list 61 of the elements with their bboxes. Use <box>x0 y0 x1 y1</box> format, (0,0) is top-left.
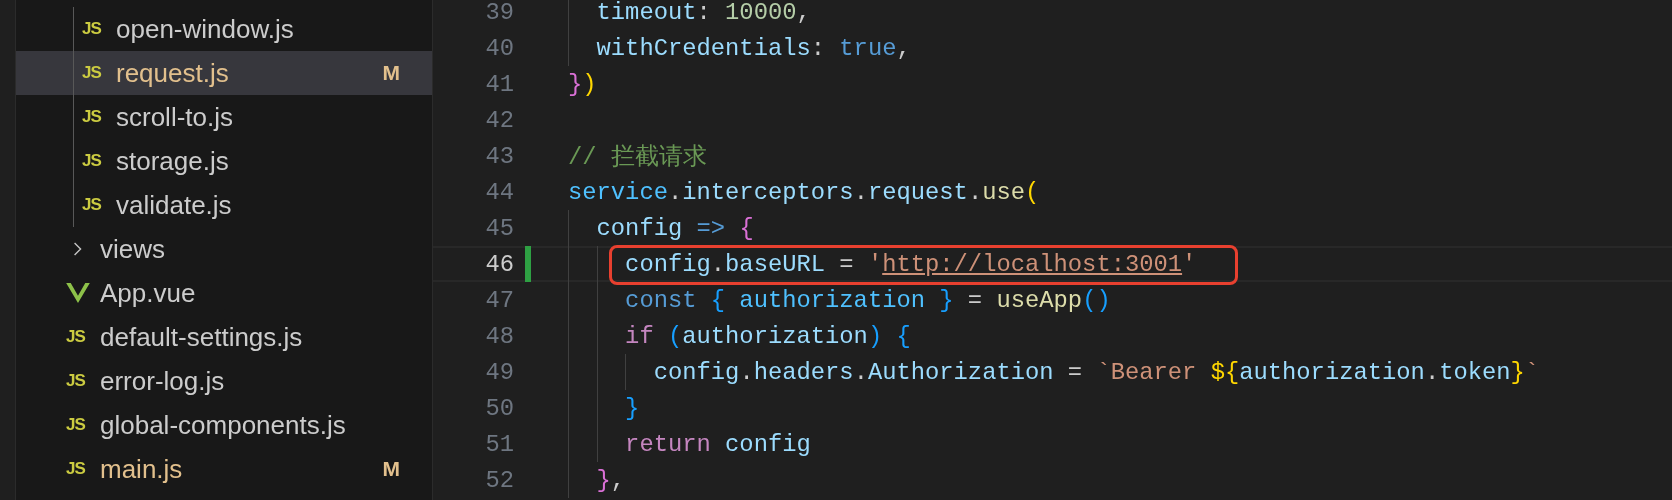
js-icon: JS <box>66 415 92 435</box>
line-number: 46 <box>484 250 514 278</box>
line-number: 48 <box>484 322 514 350</box>
js-icon: JS <box>66 327 92 347</box>
modified-status-label: M <box>382 457 400 481</box>
js-icon: JS <box>82 151 108 171</box>
code-line: } <box>624 394 640 422</box>
line-number: 49 <box>484 358 514 386</box>
file-name: validate.js <box>116 189 233 221</box>
modified-status-label: M <box>382 61 400 85</box>
file-name: App.vue <box>100 277 197 309</box>
js-icon: JS <box>82 63 108 83</box>
code-line: if (authorization) { <box>624 322 911 350</box>
line-number: 52 <box>484 466 514 494</box>
code-line: }, <box>595 466 626 494</box>
line-number: 43 <box>484 142 514 170</box>
line-number: 42 <box>484 106 514 134</box>
folder-item[interactable]: views <box>16 227 432 271</box>
line-number: 45 <box>484 214 514 242</box>
line-number: 50 <box>484 394 514 422</box>
code-line: return config <box>624 430 811 458</box>
file-name: global-components.js <box>100 409 347 441</box>
code-line: withCredentials: true, <box>595 34 911 62</box>
line-number: 41 <box>484 70 514 98</box>
code-line: config => { <box>595 214 754 242</box>
js-icon: JS <box>82 107 108 127</box>
code-line: // 拦截请求 <box>568 144 707 171</box>
code-line: }) <box>568 70 597 98</box>
file-item[interactable]: JS storage.js <box>16 139 432 183</box>
file-name: scroll-to.js <box>116 101 234 133</box>
line-number: 39 <box>484 0 514 26</box>
code-line: timeout: 10000, <box>595 0 811 26</box>
line-number: 40 <box>484 34 514 62</box>
code-line: config.headers.Authorization = `Bearer ${authorization.token}` <box>652 358 1540 386</box>
js-icon: JS <box>66 459 92 479</box>
js-icon: JS <box>66 371 92 391</box>
file-name: views <box>100 233 166 265</box>
file-item[interactable]: App.vue <box>16 271 432 315</box>
line-number: 47 <box>484 286 514 314</box>
vue-icon <box>66 283 90 303</box>
file-name: request.js <box>116 57 230 89</box>
js-icon: JS <box>82 195 108 215</box>
line-number: 51 <box>484 430 514 458</box>
js-icon: JS <box>82 19 108 39</box>
file-item[interactable]: JS global-components.js <box>16 403 432 447</box>
file-item[interactable]: JS open-window.js <box>16 7 432 51</box>
file-item[interactable]: JS main.js M <box>16 447 432 491</box>
file-item[interactable]: JS default-settings.js <box>16 315 432 359</box>
line-number: 44 <box>484 178 514 206</box>
code-line: const { authorization } = useApp() <box>624 286 1111 314</box>
file-name: error-log.js <box>100 365 226 397</box>
file-name: storage.js <box>116 145 230 177</box>
file-name: default-settings.js <box>100 321 304 353</box>
code-line: config.baseURL = 'http://localhost:3001' <box>624 250 1197 278</box>
file-name: main.js <box>100 453 184 485</box>
file-item[interactable]: JS request.js M <box>16 51 432 95</box>
file-item[interactable]: JS validate.js <box>16 183 432 227</box>
code-line: service.interceptors.request.use( <box>568 178 1040 206</box>
file-name: open-window.js <box>116 13 295 45</box>
file-item[interactable]: JS scroll-to.js <box>16 95 432 139</box>
file-item[interactable]: JS error-log.js <box>16 359 432 403</box>
